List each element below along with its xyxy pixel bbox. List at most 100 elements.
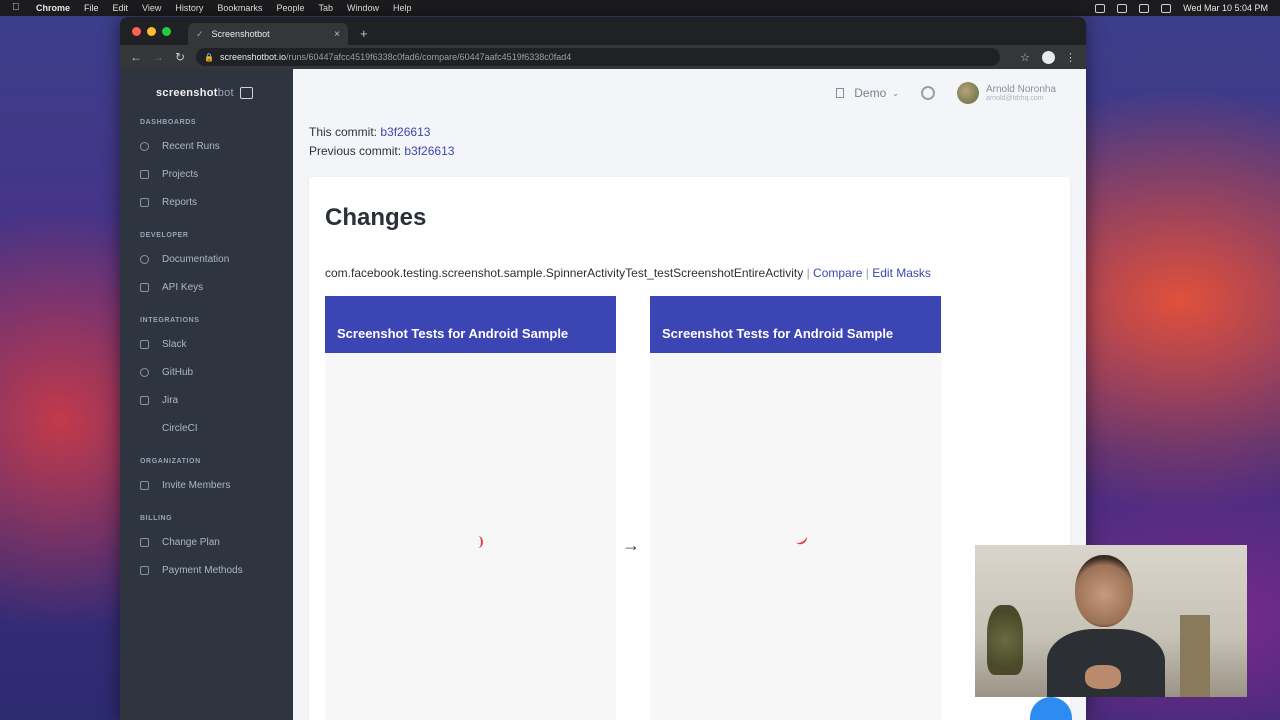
bulb-icon bbox=[140, 254, 149, 264]
sidebar-item-invite-members[interactable]: Invite Members bbox=[120, 471, 293, 499]
sidebar-nav: DASHBOARDS Recent Runs Projects Reports DEVE… bbox=[120, 119, 293, 584]
search-icon[interactable] bbox=[1161, 3, 1172, 13]
screenshotbot-app: screenshot bot DASHBOARDS Recent Runs Proje… bbox=[120, 69, 1086, 720]
sidebar-item-label: Documentation bbox=[162, 253, 230, 265]
close-window-button[interactable] bbox=[132, 27, 141, 36]
before-screenshot[interactable]: Screenshot Tests for Android Sample bbox=[325, 296, 616, 720]
previous-commit-link[interactable]: b3f26613 bbox=[404, 144, 454, 158]
apple-icon[interactable]:  bbox=[12, 3, 22, 13]
sidebar-item-label: Jira bbox=[162, 394, 179, 406]
sidebar-item-slack[interactable]: Slack bbox=[120, 330, 293, 358]
edit-masks-link[interactable]: Edit Masks bbox=[872, 266, 931, 280]
separator: | bbox=[806, 266, 810, 280]
logo-accent: bot bbox=[217, 87, 234, 99]
company-switcher[interactable]: Demo ⌄ bbox=[836, 86, 899, 100]
menu-bookmarks[interactable]: Bookmarks bbox=[217, 3, 262, 13]
sidebar-item-label: CircleCI bbox=[162, 422, 198, 434]
this-commit-row: This commit: b3f26613 bbox=[309, 123, 1086, 142]
sidebar-item-label: Projects bbox=[162, 168, 199, 180]
status-icon[interactable] bbox=[1117, 3, 1128, 13]
menu-view[interactable]: View bbox=[142, 3, 161, 13]
browser-toolbar: ← → ↻ 🔒 screenshotbot.io /runs/60447afcc… bbox=[120, 45, 1086, 69]
logo-text: screenshot bbox=[156, 87, 218, 99]
kebab-menu-icon[interactable]: ⋮ bbox=[1065, 51, 1076, 64]
circleci-icon bbox=[140, 424, 149, 433]
profile-icon[interactable] bbox=[1042, 50, 1055, 64]
minimize-window-button[interactable] bbox=[147, 27, 156, 36]
changes-card: Changes com.facebook.testing.screenshot.… bbox=[309, 177, 1070, 720]
github-icon bbox=[140, 367, 149, 377]
gear-icon[interactable] bbox=[920, 86, 935, 100]
browser-tab[interactable]: ✓ Screenshotbot × bbox=[188, 23, 348, 45]
sidebar-item-label: Reports bbox=[162, 196, 198, 208]
reload-icon[interactable]: ↻ bbox=[174, 50, 186, 64]
check-icon: ✓ bbox=[196, 28, 204, 39]
url-path: /runs/60447afcc4519f6338c0fad6/compare/6… bbox=[286, 52, 572, 62]
commit-info: This commit: b3f26613 Previous commit: b… bbox=[293, 123, 1086, 161]
lock-icon: 🔒 bbox=[204, 52, 214, 62]
sidebar-item-label: Slack bbox=[162, 338, 187, 350]
separator: | bbox=[865, 266, 869, 280]
macos-menu-bar:  Chrome File Edit View History Bookmark… bbox=[0, 0, 1280, 16]
loading-spinner-icon bbox=[793, 531, 809, 547]
jira-icon bbox=[140, 395, 149, 405]
door-shape bbox=[1180, 615, 1210, 697]
sidebar-item-api-keys[interactable]: API Keys bbox=[120, 273, 293, 301]
sidebar-section-heading: DASHBOARDS bbox=[140, 119, 197, 126]
sidebar-item-recent-runs[interactable]: Recent Runs bbox=[120, 132, 293, 160]
sidebar-item-jira[interactable]: Jira bbox=[120, 386, 293, 414]
this-commit-label: This commit: bbox=[309, 125, 378, 139]
status-icon[interactable] bbox=[1095, 3, 1106, 13]
tab-title: Screenshotbot bbox=[211, 29, 270, 39]
window-controls bbox=[132, 27, 171, 36]
sidebar: screenshot bot DASHBOARDS Recent Runs Proje… bbox=[120, 69, 293, 720]
sidebar-item-reports[interactable]: Reports bbox=[120, 188, 293, 216]
company-name: Demo bbox=[854, 86, 887, 100]
test-name-line: com.facebook.testing.screenshot.sample.S… bbox=[325, 266, 931, 280]
sidebar-item-change-plan[interactable]: Change Plan bbox=[120, 528, 293, 556]
menu-app-name[interactable]: Chrome bbox=[36, 3, 70, 13]
sidebar-section-heading: ORGANIZATION bbox=[140, 458, 201, 465]
new-tab-button[interactable]: + bbox=[360, 26, 368, 41]
sidebar-item-documentation[interactable]: Documentation bbox=[120, 245, 293, 273]
menu-help[interactable]: Help bbox=[393, 3, 412, 13]
back-icon[interactable]: ← bbox=[130, 50, 142, 64]
sidebar-item-label: API Keys bbox=[162, 281, 204, 293]
this-commit-link[interactable]: b3f26613 bbox=[380, 125, 430, 139]
sidebar-item-projects[interactable]: Projects bbox=[120, 160, 293, 188]
menu-people[interactable]: People bbox=[276, 3, 304, 13]
key-icon bbox=[140, 282, 149, 292]
menu-history[interactable]: History bbox=[175, 3, 203, 13]
address-bar[interactable]: 🔒 screenshotbot.io /runs/60447afcc4519f6… bbox=[196, 48, 1001, 66]
building-icon bbox=[836, 88, 845, 98]
sidebar-item-circleci[interactable]: CircleCI bbox=[120, 414, 293, 442]
status-area: Wed Mar 10 5:04 PM bbox=[1095, 3, 1268, 13]
sidebar-item-github[interactable]: GitHub bbox=[120, 358, 293, 386]
url-host: screenshotbot.io bbox=[219, 52, 287, 62]
wifi-icon[interactable] bbox=[1139, 3, 1150, 13]
card-icon bbox=[140, 565, 149, 575]
menu-clock[interactable]: Wed Mar 10 5:04 PM bbox=[1183, 3, 1268, 13]
user-email: arnold@tdrhq.com bbox=[985, 95, 1044, 102]
zoom-window-button[interactable] bbox=[162, 27, 171, 36]
menu-file[interactable]: File bbox=[84, 3, 99, 13]
logo[interactable]: screenshot bot bbox=[120, 83, 293, 103]
menu-window[interactable]: Window bbox=[347, 3, 379, 13]
star-icon[interactable]: ☆ bbox=[1020, 51, 1030, 64]
menu-edit[interactable]: Edit bbox=[113, 3, 129, 13]
plant-shape bbox=[987, 605, 1023, 675]
after-screenshot[interactable]: Screenshot Tests for Android Sample bbox=[650, 296, 941, 720]
avatar bbox=[956, 82, 979, 104]
sidebar-item-label: GitHub bbox=[162, 366, 194, 378]
menu-tab[interactable]: Tab bbox=[318, 3, 333, 13]
user-menu[interactable]: Arnold Noronha arnold@tdrhq.com bbox=[956, 82, 1056, 104]
previous-commit-row: Previous commit: b3f26613 bbox=[309, 142, 1086, 161]
forward-icon[interactable]: → bbox=[152, 50, 164, 64]
main-content: Demo ⌄ Arnold Noronha arnold@tdrhq.com T… bbox=[293, 69, 1086, 720]
sidebar-item-payment-methods[interactable]: Payment Methods bbox=[120, 556, 293, 584]
test-name: com.facebook.testing.screenshot.sample.S… bbox=[325, 266, 804, 280]
close-tab-icon[interactable]: × bbox=[334, 29, 340, 40]
sidebar-item-label: Recent Runs bbox=[162, 140, 220, 152]
compare-link[interactable]: Compare bbox=[813, 266, 862, 280]
before-app-bar: Screenshot Tests for Android Sample bbox=[325, 296, 616, 353]
